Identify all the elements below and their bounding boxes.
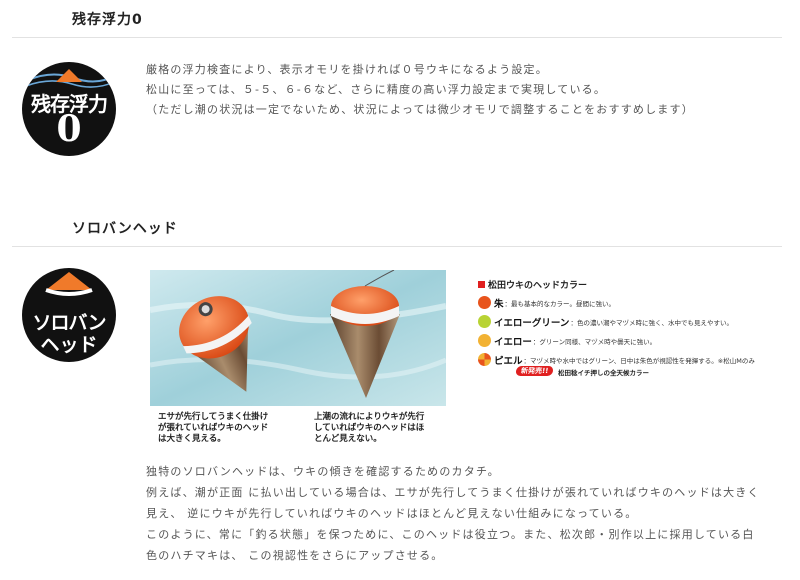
badge-numeral: 0 — [56, 108, 82, 150]
caption-left: エサが先行してうまく仕掛け が張れていればウキのヘッド は大きく見える。 — [158, 412, 269, 444]
new-release-subtitle: 松田稔イチ押しの全天候カラー — [558, 369, 649, 377]
section-divider — [12, 37, 782, 38]
legend-item: イエロー ：グリーン同様、マヅメ時や曇天に強い。 — [478, 333, 788, 348]
paragraph-line: 色のハチマキは、 この視認性をさらにアップさせる。 — [146, 549, 444, 562]
paragraph-line: 見え、 逆にウキが先行していればウキのヘッドはほとんど見えない仕組みになっている… — [146, 507, 638, 520]
badge-label-line2: ヘッド — [40, 334, 98, 356]
legend-title: 松田ウキのヘッドカラー — [478, 278, 788, 291]
legend-item: イエローグリーン ：色の濃い潮やマヅメ時に強く、水中でも見えやすい。 — [478, 314, 788, 329]
color-swatch-icon — [478, 296, 491, 309]
paragraph-line: 例えば、潮が正面 に払い出している場合は、エサが先行してうまく仕掛けが張れていれ… — [146, 486, 760, 499]
paragraph-line: （ただし潮の状況は一定でないため、状況によっては微少オモリで調整することをおすす… — [146, 103, 694, 116]
section-title-abacus-head: ソロバンヘッド — [72, 221, 178, 237]
abacus-head-badge: ソロバン ヘッド — [22, 268, 116, 362]
float-photo — [150, 270, 446, 406]
paragraph-line: このように、常に「釣る状態」を保つために、このヘッドは役立つ。また、松次郎・別作… — [146, 528, 755, 541]
new-release-badge: 新発売!! — [515, 366, 555, 376]
head-color-legend: 松田ウキのヘッドカラー 朱：最も基本的なカラー。昼間に強い。 イエローグリーン：… — [478, 278, 788, 377]
section-divider — [12, 246, 782, 247]
legend-item: ピエル ：マヅメ時や水中ではグリーン、日中は朱色が視認性を発揮する。※松山Mのみ — [478, 352, 788, 367]
color-swatch-icon — [478, 334, 491, 347]
caption-right: 上潮の流れによりウキが先行 していればウキのヘッドはほ とんど見えない。 — [314, 412, 425, 444]
color-swatch-icon — [478, 315, 491, 328]
paragraph-line: 松山に至っては、５-５、６-６など、さらに精度の高い浮力設定まで実現している。 — [146, 83, 607, 96]
paragraph-line: 厳格の浮力検査により、表示オモリを掛ければ０号ウキになるよう設定。 — [146, 63, 548, 76]
legend-item: 朱：最も基本的なカラー。昼間に強い。 — [478, 295, 788, 310]
paragraph-line: 独特のソロバンヘッドは、ウキの傾きを確認するためのカタチ。 — [146, 465, 500, 478]
color-swatch-icon — [478, 353, 491, 366]
residual-buoyancy-badge: 残存浮力 0 — [22, 62, 116, 156]
section-title-residual-buoyancy: 残存浮力0 — [72, 12, 143, 28]
